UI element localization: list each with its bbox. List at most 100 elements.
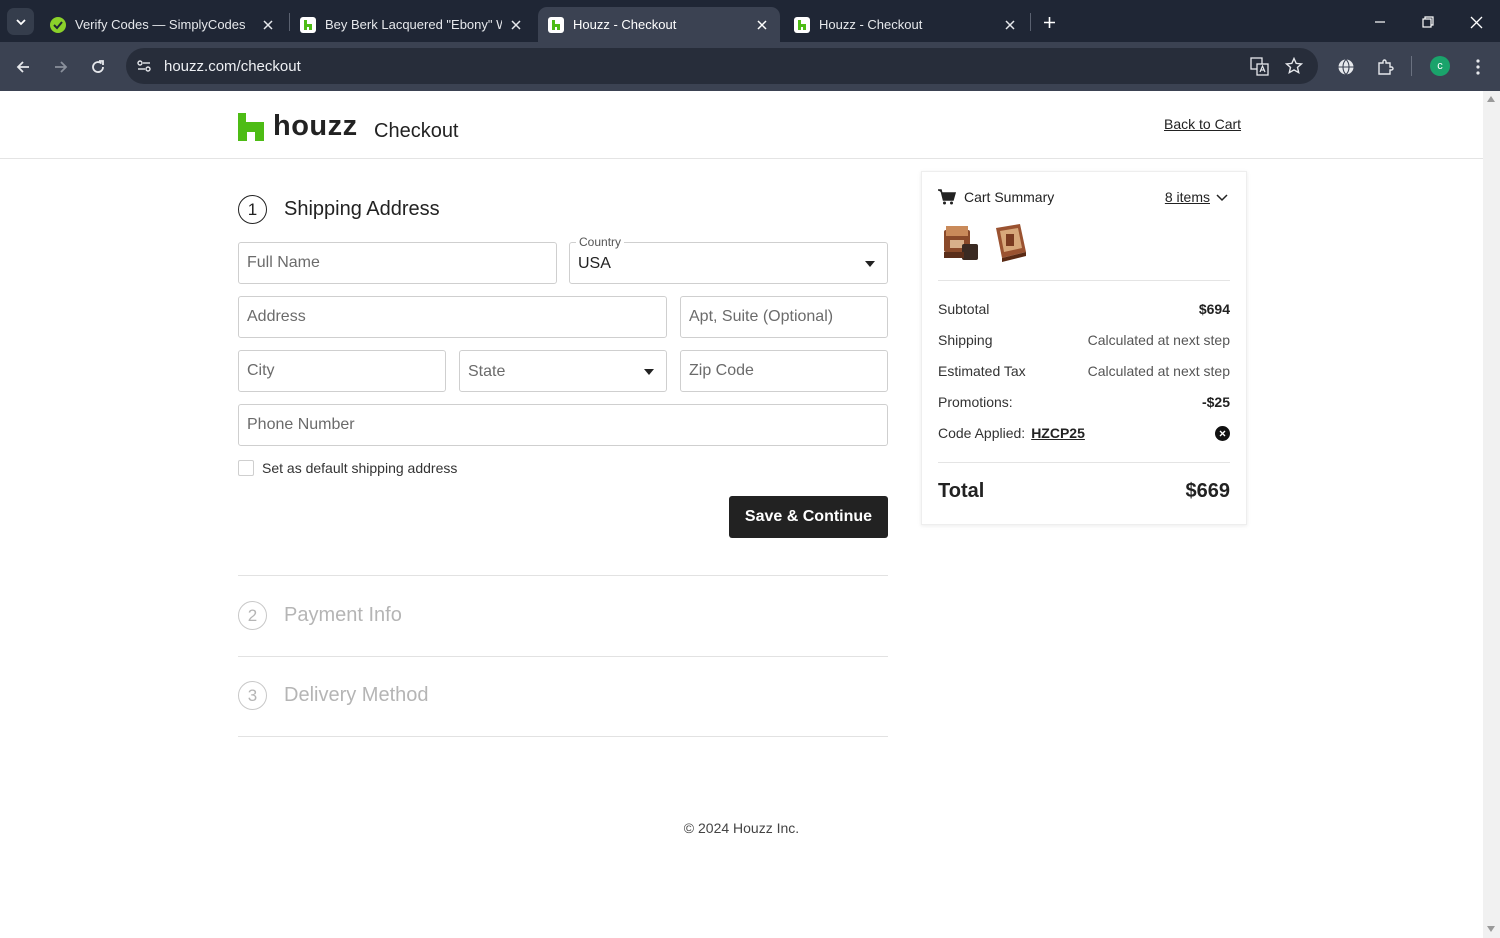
- section-divider: [238, 575, 888, 576]
- promo-code-link[interactable]: HZCP25: [1031, 425, 1085, 441]
- phone-field[interactable]: [238, 404, 888, 446]
- state-select[interactable]: State: [459, 350, 667, 392]
- url-text: houzz.com/checkout: [164, 58, 301, 75]
- tab-title: Houzz - Checkout: [819, 17, 923, 32]
- promotions-label: Promotions:: [938, 394, 1013, 410]
- page-content: houzz Checkout Back to Cart 1 Shipping A…: [0, 91, 1500, 938]
- extensions-button[interactable]: [1372, 54, 1398, 80]
- site-info-icon[interactable]: [136, 58, 152, 79]
- puzzle-icon: [1378, 59, 1394, 75]
- close-icon[interactable]: [260, 17, 276, 33]
- apt-suite-input[interactable]: [681, 297, 887, 337]
- cart-thumbnails: [940, 222, 1040, 264]
- logo-wordmark: houzz: [273, 110, 358, 142]
- arrow-left-icon: [16, 61, 29, 73]
- houzz-logo[interactable]: houzz: [238, 111, 358, 141]
- address-field[interactable]: [238, 296, 667, 338]
- zip-code-field[interactable]: [680, 350, 888, 392]
- simplycodes-favicon-icon: [50, 16, 66, 33]
- country-select[interactable]: Country USA: [569, 235, 888, 284]
- tab-houzz-checkout[interactable]: Houzz - Checkout: [784, 7, 1028, 42]
- country-label: Country: [576, 235, 625, 249]
- default-address-checkbox[interactable]: [238, 460, 254, 476]
- default-address-option[interactable]: Set as default shipping address: [238, 460, 457, 476]
- close-window-button[interactable]: [1464, 10, 1488, 34]
- minimize-icon: [1375, 21, 1385, 23]
- browser-tab-bar: Verify Codes — SimplyCodes Bey Berk Lacq…: [0, 0, 1500, 42]
- phone-input[interactable]: [239, 405, 887, 445]
- profile-avatar[interactable]: c: [1430, 56, 1450, 76]
- minimize-button[interactable]: [1368, 10, 1392, 34]
- full-name-input[interactable]: [239, 243, 556, 283]
- tab-title: Verify Codes — SimplyCodes: [75, 17, 246, 32]
- houzz-favicon-icon: [548, 16, 564, 33]
- subtotal-label: Subtotal: [938, 301, 990, 317]
- code-applied: Code Applied: HZCP25: [938, 425, 1085, 441]
- toolbar-divider: [1411, 56, 1412, 76]
- code-applied-label: Code Applied:: [938, 425, 1026, 441]
- reload-button[interactable]: [85, 54, 111, 80]
- cart-divider: [938, 280, 1230, 281]
- site-header: houzz Checkout Back to Cart: [0, 91, 1483, 159]
- cart-summary-header: Cart Summary: [938, 189, 1054, 205]
- shipping-section-header[interactable]: 1 Shipping Address: [238, 195, 440, 224]
- back-button[interactable]: [10, 54, 36, 80]
- translate-icon[interactable]: [1250, 57, 1269, 81]
- shipping-label: Shipping: [938, 332, 993, 348]
- save-continue-button[interactable]: Save & Continue: [729, 496, 888, 538]
- address-bar[interactable]: houzz.com/checkout: [126, 48, 1318, 84]
- tab-title: Bey Berk Lacquered "Ebony" Wo: [325, 17, 502, 32]
- chevron-down-icon: [1216, 194, 1228, 202]
- subtotal-row: Subtotal $694: [938, 301, 1230, 317]
- country-value: USA: [578, 255, 611, 272]
- tab-houzz-checkout-active[interactable]: Houzz - Checkout: [538, 7, 780, 42]
- tab-search-button[interactable]: [7, 8, 34, 35]
- close-icon[interactable]: [754, 17, 770, 33]
- tab-bey-berk[interactable]: Bey Berk Lacquered "Ebony" Wo: [290, 7, 534, 42]
- close-icon[interactable]: [508, 17, 524, 33]
- city-field[interactable]: [238, 350, 446, 392]
- default-address-label[interactable]: Set as default shipping address: [262, 460, 457, 476]
- new-tab-button[interactable]: [1038, 11, 1060, 33]
- items-count-link[interactable]: 8 items: [1165, 189, 1210, 205]
- delivery-section-header: 3 Delivery Method: [238, 681, 429, 710]
- section-title: Delivery Method: [284, 684, 429, 706]
- total-label: Total: [938, 480, 985, 502]
- back-to-cart-link[interactable]: Back to Cart: [1164, 116, 1241, 132]
- arrow-right-icon: [55, 61, 68, 73]
- page-scrollbar[interactable]: [1483, 91, 1500, 938]
- cart-items-toggle[interactable]: 8 items: [1165, 189, 1229, 205]
- promotions-value: -$25: [1201, 394, 1230, 410]
- more-vertical-icon: [1476, 59, 1480, 75]
- vpn-extension-button[interactable]: [1333, 54, 1359, 80]
- shopping-cart-icon: [938, 189, 956, 205]
- section-divider: [238, 736, 888, 737]
- reload-icon: [92, 60, 104, 73]
- scroll-up-arrow-icon[interactable]: [1487, 96, 1495, 102]
- zip-code-input[interactable]: [681, 351, 887, 391]
- tab-separator: [1030, 13, 1031, 31]
- tax-value: Calculated at next step: [1087, 363, 1230, 379]
- product-thumbnail[interactable]: [940, 222, 980, 264]
- restore-button[interactable]: [1416, 10, 1440, 34]
- section-divider: [238, 656, 888, 657]
- close-icon: [1219, 430, 1226, 436]
- copyright-text: © 2024 Houzz Inc.: [683, 820, 800, 836]
- shipping-value: Calculated at next step: [1087, 332, 1230, 348]
- address-input[interactable]: [239, 297, 666, 337]
- full-name-field[interactable]: [238, 242, 557, 284]
- product-thumbnail[interactable]: [990, 222, 1030, 264]
- remove-code-button[interactable]: [1215, 425, 1230, 441]
- tab-simplycodes[interactable]: Verify Codes — SimplyCodes: [40, 7, 286, 42]
- close-icon[interactable]: [1002, 17, 1018, 33]
- cart-divider: [938, 462, 1230, 463]
- subtotal-value: $694: [1198, 301, 1230, 317]
- bookmark-star-icon[interactable]: [1284, 56, 1304, 80]
- forward-button[interactable]: [48, 54, 74, 80]
- apt-suite-field[interactable]: [680, 296, 888, 338]
- step-number: 3: [238, 681, 267, 710]
- city-input[interactable]: [239, 351, 445, 391]
- scroll-down-arrow-icon[interactable]: [1487, 926, 1495, 932]
- shipping-row: Shipping Calculated at next step: [938, 332, 1230, 348]
- browser-menu-button[interactable]: [1465, 54, 1491, 80]
